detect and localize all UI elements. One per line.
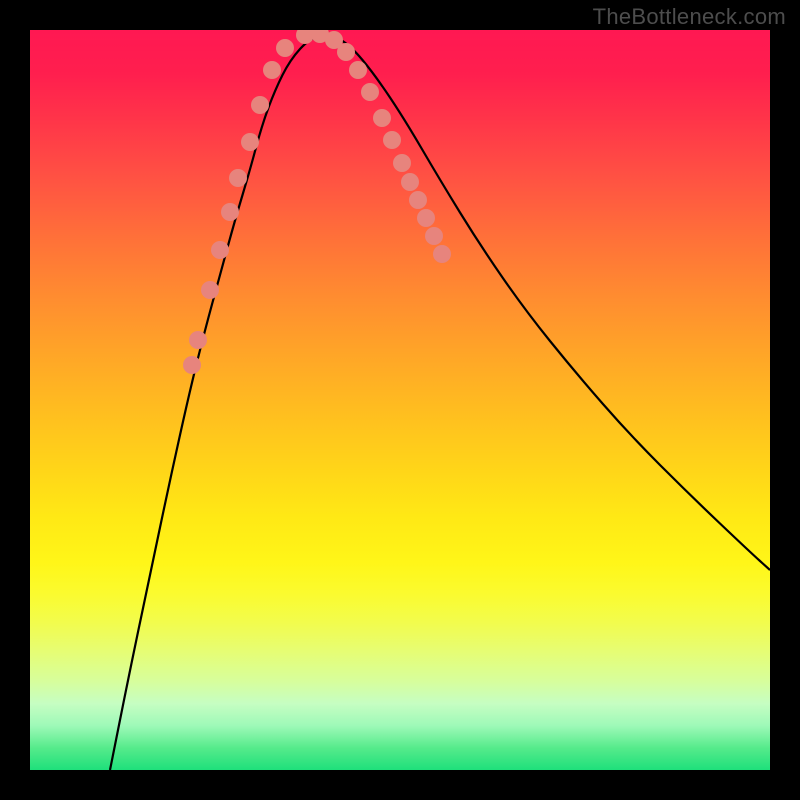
chart-frame: TheBottleneck.com [0,0,800,800]
data-dot [393,154,411,172]
data-dot [433,245,451,263]
data-dot [409,191,427,209]
data-dot [263,61,281,79]
data-dot [251,96,269,114]
data-dot [183,356,201,374]
data-dot [201,281,219,299]
data-dot [383,131,401,149]
data-dot [361,83,379,101]
bottleneck-curve-svg [30,30,770,770]
data-dot [373,109,391,127]
watermark-text: TheBottleneck.com [593,4,786,30]
data-dot [229,169,247,187]
data-dot [401,173,419,191]
data-dot [417,209,435,227]
data-dot [425,227,443,245]
plot-area [30,30,770,770]
data-dots [183,30,451,374]
data-dot [221,203,239,221]
data-dot [349,61,367,79]
data-dot [211,241,229,259]
bottleneck-curve [110,35,770,770]
data-dot [189,331,207,349]
data-dot [276,39,294,57]
data-dot [337,43,355,61]
data-dot [241,133,259,151]
